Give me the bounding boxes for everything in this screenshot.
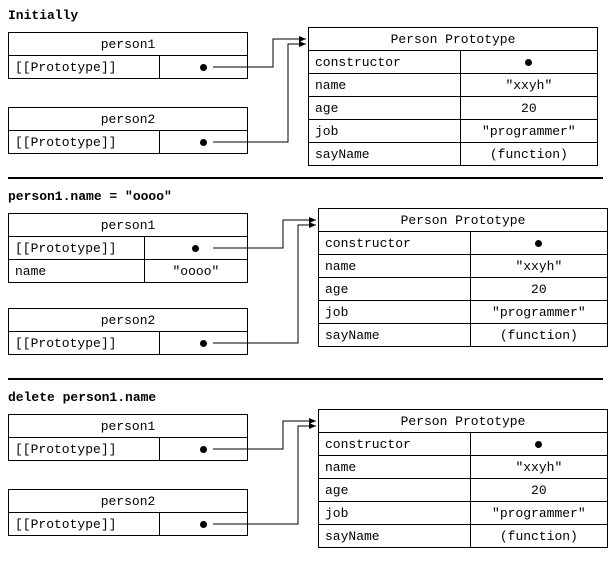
name-key: name — [9, 260, 145, 283]
diagram: person1 [[Prototype]] person2 [[Prototyp… — [8, 409, 603, 549]
v: (function) — [470, 525, 607, 548]
separator — [8, 177, 603, 179]
dot-icon — [535, 240, 542, 247]
section-title: delete person1.name — [8, 390, 603, 405]
person1-table: person1 [[Prototype]] — [8, 32, 248, 79]
proto-key: [[Prototype]] — [9, 438, 160, 461]
v: "programmer" — [460, 120, 597, 143]
person2-table: person2 [[Prototype]] — [8, 107, 248, 154]
section-initially: Initially person1 [[Prototype]] person2 … — [8, 8, 603, 167]
k: sayName — [309, 143, 461, 166]
section-title: person1.name = "oooo" — [8, 189, 603, 204]
k: name — [319, 456, 471, 479]
proto-dot — [144, 237, 247, 260]
v: "xxyh" — [460, 74, 597, 97]
k: job — [319, 301, 471, 324]
v: 20 — [470, 479, 607, 502]
section-title: Initially — [8, 8, 603, 23]
section-delete: delete person1.name person1 [[Prototype]… — [8, 390, 603, 549]
v: 20 — [470, 278, 607, 301]
proto-key: [[Prototype]] — [9, 513, 160, 536]
person2-table: person2 [[Prototype]] — [8, 308, 248, 355]
v: 20 — [460, 97, 597, 120]
k: name — [309, 74, 461, 97]
name-val: "oooo" — [144, 260, 247, 283]
proto-key: [[Prototype]] — [9, 332, 160, 355]
dot-icon — [200, 446, 207, 453]
proto-dot — [159, 56, 247, 79]
obj-header: Person Prototype — [319, 209, 608, 232]
proto-dot — [159, 332, 247, 355]
diagram: person1 [[Prototype]] name "oooo" person… — [8, 208, 603, 368]
k: job — [309, 120, 461, 143]
proto-key: [[Prototype]] — [9, 56, 160, 79]
dot-icon — [525, 59, 532, 66]
proto-dot — [159, 131, 247, 154]
v — [470, 433, 607, 456]
proto-key: [[Prototype]] — [9, 237, 145, 260]
prototype-table: Person Prototype constructor name"xxyh" … — [308, 27, 598, 166]
proto-key: [[Prototype]] — [9, 131, 160, 154]
v — [470, 232, 607, 255]
person1-table: person1 [[Prototype]] — [8, 414, 248, 461]
obj-header: person1 — [9, 214, 248, 237]
dot-icon — [200, 340, 207, 347]
k: age — [309, 97, 461, 120]
person2-table: person2 [[Prototype]] — [8, 489, 248, 536]
dot-icon — [192, 245, 199, 252]
k: name — [319, 255, 471, 278]
obj-header: person2 — [9, 490, 248, 513]
k: constructor — [319, 232, 471, 255]
obj-header: person1 — [9, 33, 248, 56]
k: constructor — [309, 51, 461, 74]
k: age — [319, 479, 471, 502]
proto-dot — [159, 513, 247, 536]
k: job — [319, 502, 471, 525]
obj-header: person2 — [9, 108, 248, 131]
dot-icon — [200, 139, 207, 146]
v — [460, 51, 597, 74]
v: (function) — [460, 143, 597, 166]
proto-dot — [159, 438, 247, 461]
v: (function) — [470, 324, 607, 347]
prototype-table: Person Prototype constructor name"xxyh" … — [318, 208, 608, 347]
separator — [8, 378, 603, 380]
person1-table: person1 [[Prototype]] name "oooo" — [8, 213, 248, 283]
diagram: person1 [[Prototype]] person2 [[Prototyp… — [8, 27, 603, 167]
v: "programmer" — [470, 502, 607, 525]
k: sayName — [319, 324, 471, 347]
dot-icon — [200, 64, 207, 71]
k: sayName — [319, 525, 471, 548]
k: age — [319, 278, 471, 301]
obj-header: Person Prototype — [309, 28, 598, 51]
dot-icon — [535, 441, 542, 448]
obj-header: person2 — [9, 309, 248, 332]
v: "xxyh" — [470, 255, 607, 278]
section-assign: person1.name = "oooo" person1 [[Prototyp… — [8, 189, 603, 368]
prototype-table: Person Prototype constructor name"xxyh" … — [318, 409, 608, 548]
obj-header: person1 — [9, 415, 248, 438]
v: "programmer" — [470, 301, 607, 324]
v: "xxyh" — [470, 456, 607, 479]
obj-header: Person Prototype — [319, 410, 608, 433]
k: constructor — [319, 433, 471, 456]
